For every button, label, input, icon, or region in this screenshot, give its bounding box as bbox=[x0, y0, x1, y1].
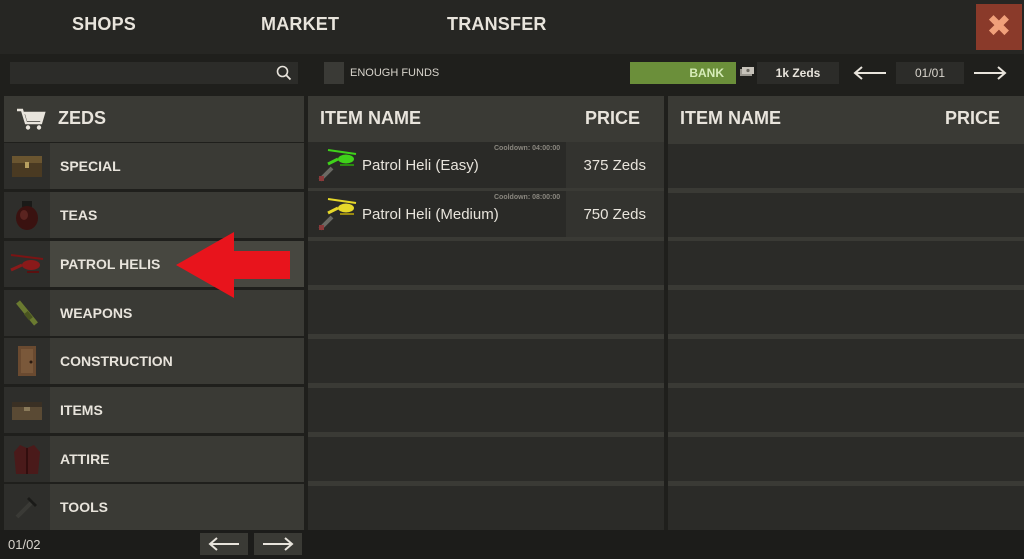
door-icon bbox=[4, 338, 50, 384]
currency-title: ZEDS bbox=[58, 108, 107, 128]
arrow-left-icon bbox=[208, 537, 239, 551]
balance-value: 1k Zeds bbox=[775, 66, 821, 80]
patrol-heli-medium-icon bbox=[318, 198, 357, 231]
category-next-button[interactable] bbox=[254, 533, 302, 555]
category-label: CONSTRUCTION bbox=[60, 353, 173, 369]
red-callout-arrow-icon bbox=[176, 232, 290, 298]
item-cooldown: Cooldown: 08:00:00 bbox=[494, 194, 561, 201]
category-attire[interactable]: ATTIRE bbox=[4, 436, 304, 482]
search-icon[interactable] bbox=[276, 65, 292, 81]
empty-row bbox=[668, 191, 1024, 237]
shop-items-panel: ITEM NAME PRICE Patrol Heli (Easy) Coold… bbox=[308, 96, 664, 530]
category-label: ATTIRE bbox=[60, 451, 110, 467]
empty-row bbox=[668, 386, 1024, 432]
enough-funds-label: ENOUGH FUNDS bbox=[350, 67, 440, 79]
empty-row bbox=[308, 484, 664, 530]
empty-row bbox=[308, 239, 664, 285]
chest-icon bbox=[4, 143, 50, 189]
cart-table-header: ITEM NAME PRICE bbox=[668, 96, 1024, 142]
tool-icon bbox=[4, 484, 50, 530]
category-construction[interactable]: CONSTRUCTION bbox=[4, 338, 304, 384]
box-icon bbox=[4, 387, 50, 433]
item-name: Patrol Heli (Easy) bbox=[362, 157, 479, 174]
category-label: WEAPONS bbox=[60, 305, 133, 321]
close-button[interactable]: ✖ bbox=[976, 4, 1022, 50]
empty-row bbox=[668, 435, 1024, 481]
helicopter-icon bbox=[4, 241, 50, 287]
item-price: 375 Zeds bbox=[583, 157, 646, 174]
empty-row bbox=[308, 288, 664, 334]
empty-row bbox=[308, 386, 664, 432]
patrol-heli-easy-icon bbox=[318, 149, 357, 182]
search-input[interactable] bbox=[10, 62, 298, 84]
category-label: PATROL HELIS bbox=[60, 256, 161, 272]
shop-table-header: ITEM NAME PRICE bbox=[308, 96, 664, 142]
item-price: 750 Zeds bbox=[583, 206, 646, 223]
column-price: PRICE bbox=[944, 108, 1000, 128]
empty-row bbox=[668, 288, 1024, 334]
empty-row bbox=[668, 337, 1024, 383]
category-items[interactable]: ITEMS bbox=[4, 387, 304, 433]
category-label: TEAS bbox=[60, 207, 98, 223]
next-page-arrow-icon[interactable] bbox=[972, 65, 1008, 81]
tab-transfer[interactable]: TRANSFER bbox=[447, 14, 547, 35]
category-special[interactable]: SPECIAL bbox=[4, 143, 304, 189]
bank-label: BANK bbox=[689, 66, 724, 80]
bottom-bar: 01/02 bbox=[0, 530, 1024, 559]
jacket-icon bbox=[4, 436, 50, 482]
market-page-indicator: 01/01 bbox=[896, 62, 964, 84]
category-page-indicator: 01/02 bbox=[8, 537, 41, 552]
top-navigation: SHOPS MARKET TRANSFER ✖ bbox=[0, 0, 1024, 54]
tea-icon bbox=[4, 192, 50, 238]
empty-row bbox=[668, 484, 1024, 530]
category-label: ITEMS bbox=[60, 402, 103, 418]
item-price-cell: 375 Zeds bbox=[566, 142, 664, 188]
item-name: Patrol Heli (Medium) bbox=[362, 206, 499, 223]
rifle-icon bbox=[4, 290, 50, 336]
category-header: ZEDS bbox=[4, 96, 304, 142]
cash-icon bbox=[740, 67, 754, 76]
column-price: PRICE bbox=[584, 108, 640, 128]
column-item-name: ITEM NAME bbox=[320, 108, 421, 128]
arrow-right-icon bbox=[263, 537, 294, 551]
cart-icon bbox=[17, 108, 46, 130]
column-item-name: ITEM NAME bbox=[680, 108, 781, 128]
bank-button[interactable]: BANK bbox=[630, 62, 736, 84]
enough-funds-checkbox[interactable] bbox=[324, 62, 344, 84]
category-prev-button[interactable] bbox=[200, 533, 248, 555]
toolbar: ENOUGH FUNDS BANK 1k Zeds 01/01 bbox=[0, 54, 1024, 92]
cart-items-panel: ITEM NAME PRICE bbox=[668, 96, 1024, 530]
empty-row bbox=[308, 337, 664, 383]
balance-display: 1k Zeds bbox=[757, 62, 839, 84]
item-cooldown: Cooldown: 04:00:00 bbox=[494, 145, 561, 152]
category-tools[interactable]: TOOLS bbox=[4, 484, 304, 530]
empty-row bbox=[668, 142, 1024, 188]
category-label: SPECIAL bbox=[60, 158, 121, 174]
tab-shops[interactable]: SHOPS bbox=[72, 14, 136, 35]
item-price-cell: 750 Zeds bbox=[566, 191, 664, 237]
shop-item-row[interactable]: Patrol Heli (Easy) Cooldown: 04:00:00 37… bbox=[308, 142, 664, 188]
shop-item-row[interactable]: Patrol Heli (Medium) Cooldown: 08:00:00 … bbox=[308, 191, 664, 237]
category-label: TOOLS bbox=[60, 499, 108, 515]
close-icon: ✖ bbox=[986, 10, 1012, 43]
empty-row bbox=[668, 239, 1024, 285]
tab-market[interactable]: MARKET bbox=[261, 14, 339, 35]
prev-page-arrow-icon[interactable] bbox=[852, 65, 888, 81]
empty-row bbox=[308, 435, 664, 481]
